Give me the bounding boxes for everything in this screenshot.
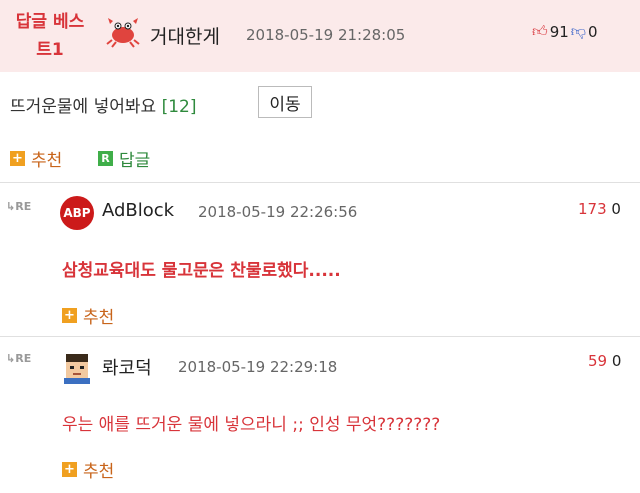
comment-nickname[interactable]: AdBlock [102,200,174,221]
recommend-label: 추천 [31,151,63,171]
divider [0,182,640,183]
plus-icon: + [62,308,77,323]
best-reply-timestamp: 2018-05-19 21:28:05 [246,26,406,44]
crab-avatar-icon [106,18,140,48]
best-reply-bar: 답글 베스트1 거대한게 2018-05-19 21:28:05 👍︎ 91 👎… [0,0,640,72]
upvote-count: 173 [578,200,607,218]
best-reply-votes: 👍︎ 91 👎︎ 0 [532,22,598,41]
thumbs-down-icon[interactable]: 👎︎ [571,22,586,41]
comment-text: 우는 애를 뜨거운 물에 넣으라니 ;; 인성 무엇??????? [62,415,441,435]
downvote-count: 0 [611,200,621,218]
reply-r-icon: R [98,151,113,166]
comment-text: 삼청교육대도 물고문은 찬물로했다..... [62,261,341,281]
reply-target-title: 뜨거운물에 넣어봐요 [12] [10,92,196,117]
recommend-label: 추천 [83,308,115,328]
plus-icon: + [62,462,77,477]
downvote-count: 0 [611,352,622,370]
reply-target-text: 뜨거운물에 넣어봐요 [10,97,157,117]
pixel-face-avatar-icon [64,354,90,384]
reply-label: 답글 [119,151,151,171]
comment-votes: 59 0 [588,352,621,370]
plus-icon: + [10,151,25,166]
recommend-button[interactable]: + 추천 [10,146,62,171]
comment-nickname[interactable]: 롸코덕 [102,354,152,380]
reply-button[interactable]: R 답글 [98,146,150,171]
reply-arrow-icon: ↳RE [6,200,32,213]
reply-count: [12] [161,97,197,117]
divider [0,336,640,337]
upvote-count: 59 [588,352,608,370]
comment-timestamp: 2018-05-19 22:29:18 [178,358,338,376]
reply-arrow-icon: ↳RE [6,352,32,365]
best-reply-label: 답글 베스트1 [15,12,85,60]
comment-timestamp: 2018-05-19 22:26:56 [198,203,358,221]
move-button[interactable]: 이동 [258,86,312,118]
upvote-count: 91 [549,22,569,41]
recommend-label: 추천 [83,462,115,482]
downvote-count: 0 [588,22,598,41]
thumbs-up-icon[interactable]: 👍︎ [532,22,548,41]
comment-votes: 173 0 [578,200,621,218]
best-reply-nickname[interactable]: 거대한게 [150,22,220,49]
recommend-button[interactable]: + 추천 [62,303,114,328]
recommend-button[interactable]: + 추천 [62,457,114,482]
adblock-avatar-icon: ABP [60,196,94,230]
